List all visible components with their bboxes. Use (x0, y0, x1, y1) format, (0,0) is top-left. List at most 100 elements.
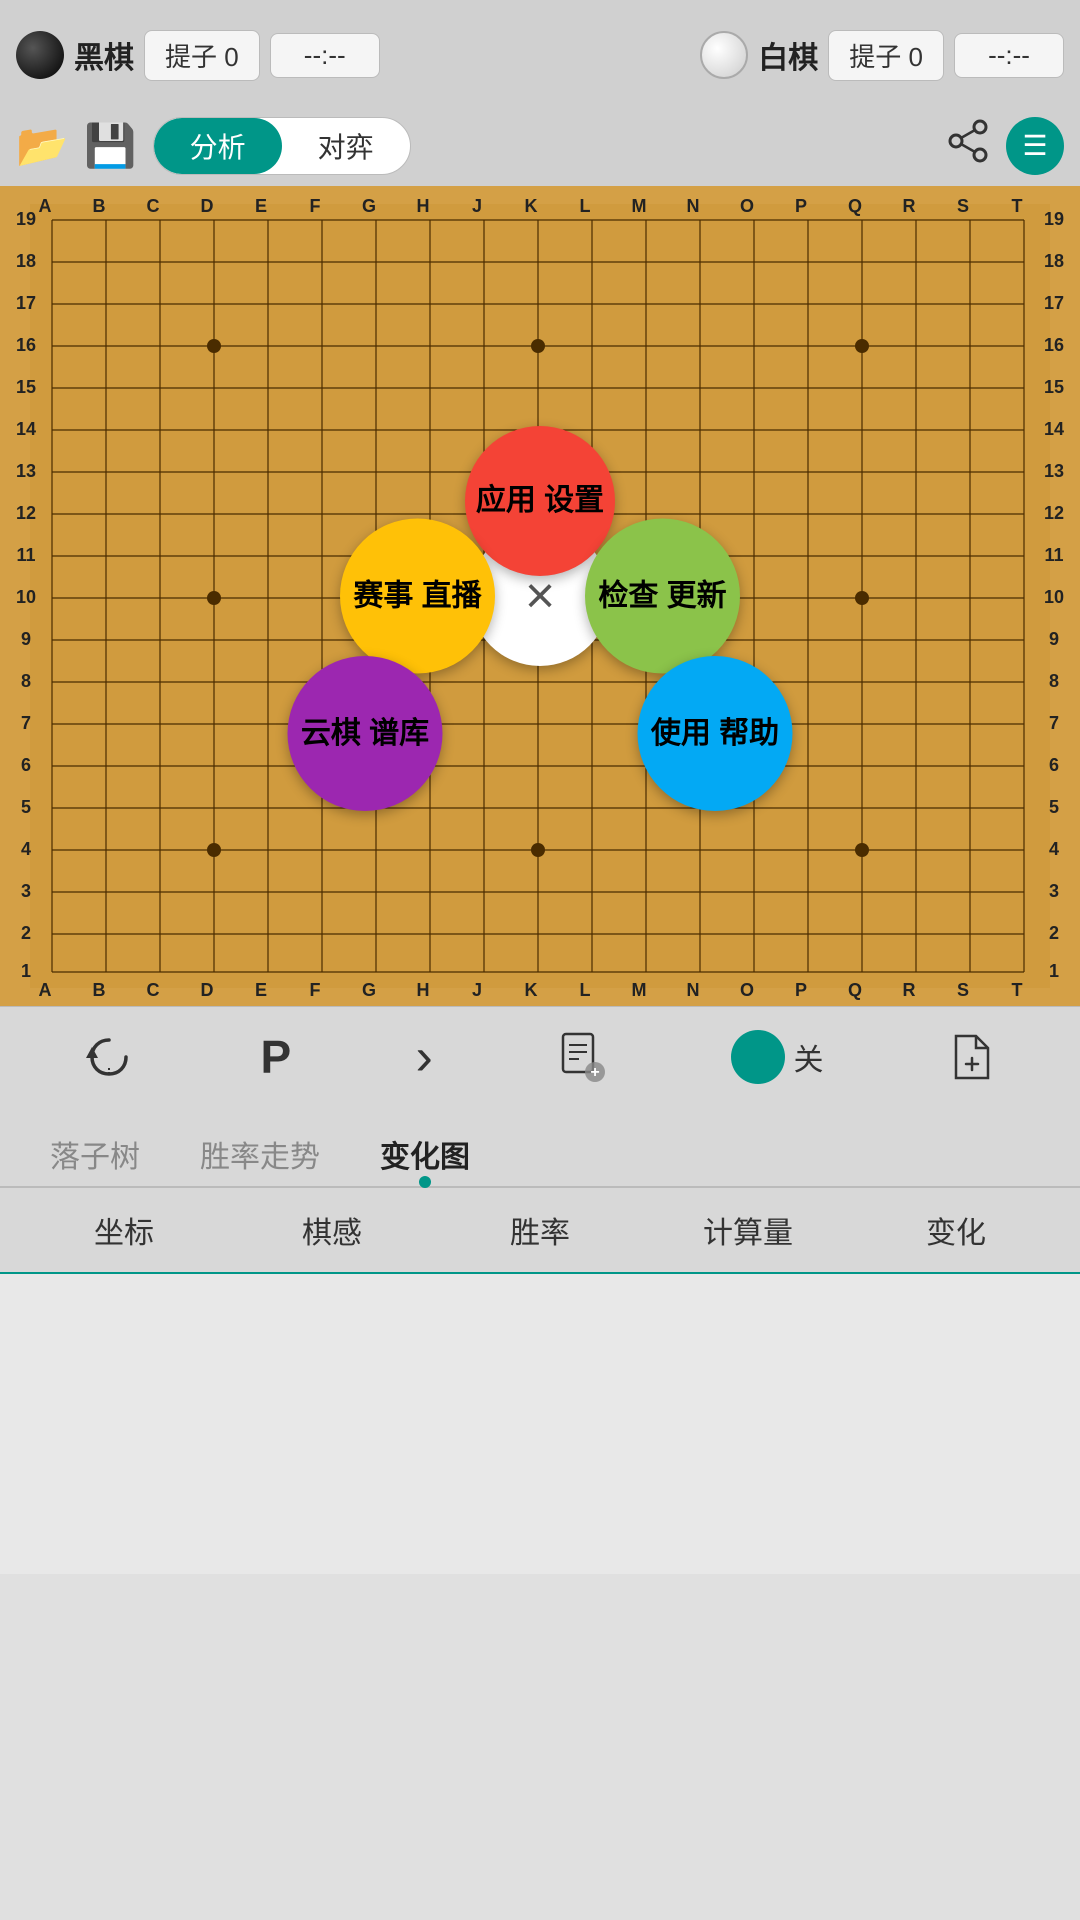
toggle-label: 关 (793, 1035, 823, 1079)
document-icon: + (557, 1030, 607, 1084)
svg-text:15: 15 (16, 377, 36, 397)
svg-text:E: E (255, 196, 267, 216)
white-player-label: 白棋 (758, 33, 818, 77)
svg-text:J: J (472, 980, 482, 1000)
svg-text:F: F (310, 980, 321, 1000)
svg-text:17: 17 (16, 293, 36, 313)
svg-text:18: 18 (1044, 251, 1064, 271)
svg-text:2: 2 (1049, 923, 1059, 943)
pass-button[interactable]: P (260, 1030, 291, 1084)
svg-text:2: 2 (21, 923, 31, 943)
sub-tab-variation[interactable]: 变化 (852, 1200, 1060, 1260)
menu-settings-button[interactable]: 应用 设置 (465, 426, 615, 576)
white-timer: --:-- (954, 33, 1064, 78)
svg-text:D: D (201, 980, 214, 1000)
sub-tab-intuition[interactable]: 棋感 (228, 1200, 436, 1260)
sub-tabs: 坐标 棋感 胜率 计算量 变化 (0, 1188, 1080, 1274)
svg-text:4: 4 (21, 839, 31, 859)
black-stone-icon (16, 31, 64, 79)
svg-text:O: O (740, 980, 754, 1000)
sub-tab-coordinates[interactable]: 坐标 (20, 1200, 228, 1260)
svg-text:H: H (417, 196, 430, 216)
file-add-icon (948, 1030, 998, 1084)
tab-win-rate[interactable]: 胜率走势 (170, 1122, 350, 1186)
svg-text:14: 14 (16, 419, 36, 439)
svg-text:D: D (201, 196, 214, 216)
black-player-section: 黑棋 提子 0 --:-- (16, 30, 380, 81)
analyze-mode-button[interactable]: 分析 (154, 118, 282, 174)
svg-text:3: 3 (21, 881, 31, 901)
svg-text:Q: Q (848, 980, 862, 1000)
svg-text:J: J (472, 196, 482, 216)
mode-toggle[interactable]: 分析 对弈 (153, 117, 411, 175)
pass-icon: P (260, 1030, 291, 1084)
opponent-mode-button[interactable]: 对弈 (282, 118, 410, 174)
svg-text:N: N (687, 980, 700, 1000)
svg-text:G: G (362, 980, 376, 1000)
svg-text:13: 13 (1044, 461, 1064, 481)
sub-tab-computation[interactable]: 计算量 (644, 1200, 852, 1260)
svg-text:B: B (93, 196, 106, 216)
svg-text:16: 16 (16, 335, 36, 355)
svg-text:17: 17 (1044, 293, 1064, 313)
svg-text:L: L (580, 196, 591, 216)
black-player-label: 黑棋 (74, 33, 134, 77)
document-button[interactable]: + (557, 1030, 607, 1084)
svg-text:N: N (687, 196, 700, 216)
svg-text:19: 19 (16, 209, 36, 229)
undo-icon (82, 1030, 136, 1084)
svg-text:E: E (255, 980, 267, 1000)
tab-variation[interactable]: 变化图 (350, 1122, 500, 1186)
menu-update-button[interactable]: 检查 更新 (585, 519, 740, 674)
analysis-tabs: 落子树 胜率走势 变化图 (0, 1106, 1080, 1188)
menu-cloud-library-button[interactable]: 云棋 谱库 (288, 656, 443, 811)
ai-toggle[interactable]: 关 (731, 1030, 823, 1084)
sub-tab-winrate[interactable]: 胜率 (436, 1200, 644, 1260)
svg-text:A: A (39, 196, 52, 216)
forward-button[interactable]: › (416, 1027, 433, 1087)
svg-text:M: M (632, 980, 647, 1000)
svg-text:7: 7 (21, 713, 31, 733)
board-container: .grid-line { stroke: #4a2c00; stroke-wid… (0, 186, 1080, 1006)
svg-text:+: + (590, 1064, 599, 1081)
menu-help-button[interactable]: 使用 帮助 (638, 656, 793, 811)
svg-text:19: 19 (1044, 209, 1064, 229)
white-captures-box: 提子 0 (828, 30, 944, 81)
svg-text:15: 15 (1044, 377, 1064, 397)
toggle-on-icon (731, 1030, 785, 1084)
svg-text:C: C (147, 980, 160, 1000)
go-board[interactable]: .grid-line { stroke: #4a2c00; stroke-wid… (0, 186, 1080, 1006)
svg-text:R: R (903, 196, 916, 216)
svg-text:G: G (362, 196, 376, 216)
svg-text:6: 6 (1049, 755, 1059, 775)
svg-text:3: 3 (1049, 881, 1059, 901)
folder-icon[interactable]: 📂 (16, 122, 68, 171)
svg-text:F: F (310, 196, 321, 216)
svg-text:L: L (580, 980, 591, 1000)
svg-text:A: A (39, 980, 52, 1000)
svg-text:T: T (1012, 196, 1023, 216)
svg-text:11: 11 (16, 545, 35, 565)
svg-text:C: C (147, 196, 160, 216)
hamburger-icon: ☰ (1022, 132, 1047, 160)
menu-circle-button[interactable]: ☰ (1006, 117, 1064, 175)
content-area (0, 1274, 1080, 1574)
save-icon[interactable]: 💾 (84, 122, 136, 171)
undo-button[interactable] (82, 1030, 136, 1084)
svg-text:11: 11 (1044, 545, 1063, 565)
svg-text:10: 10 (1044, 587, 1064, 607)
svg-text:8: 8 (21, 671, 31, 691)
menu-broadcast-button[interactable]: 赛事 直播 (340, 519, 495, 674)
tab-move-tree[interactable]: 落子树 (20, 1122, 170, 1186)
svg-text:1: 1 (1049, 961, 1059, 981)
svg-text:16: 16 (1044, 335, 1064, 355)
svg-text:9: 9 (1049, 629, 1059, 649)
white-stone-icon (700, 31, 748, 79)
svg-text:6: 6 (21, 755, 31, 775)
svg-text:O: O (740, 196, 754, 216)
black-captures-box: 提子 0 (144, 30, 260, 81)
svg-text:4: 4 (1049, 839, 1059, 859)
share-icon[interactable] (946, 119, 990, 173)
file-add-button[interactable] (948, 1030, 998, 1084)
toolbar: 📂 💾 分析 对弈 ☰ (0, 110, 1080, 186)
